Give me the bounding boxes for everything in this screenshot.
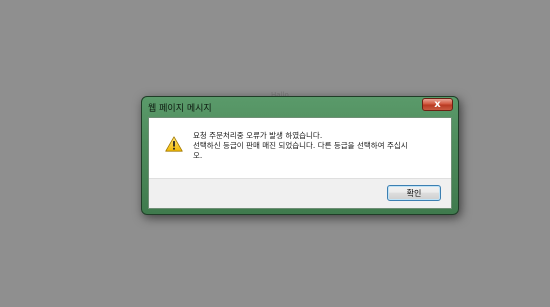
message-line: 요청 주문처리중 오류가 발생 하였습니다.	[193, 131, 323, 140]
ok-button[interactable]: 확인	[387, 185, 441, 201]
dialog-client-area: 요청 주문처리중 오류가 발생 하였습니다. 선택하신 등급이 판매 매진 되었…	[148, 117, 452, 209]
close-button[interactable]: x	[422, 98, 453, 111]
dialog-footer: 확인	[149, 178, 451, 208]
message-line: 오.	[193, 151, 203, 160]
message-line: 선택하신 등급이 판매 매진 되었습니다. 다른 등급을 선택하여 주십시	[193, 141, 408, 150]
message-dialog: 웹 페이지 메시지 x 요청 주문처리중 오류가 발생 하였습니다. 선택하신 …	[141, 96, 459, 215]
dialog-titlebar[interactable]: 웹 페이지 메시지 x	[142, 97, 458, 117]
warning-icon	[165, 136, 183, 152]
close-icon: x	[434, 98, 441, 110]
dialog-message: 요청 주문처리중 오류가 발생 하였습니다. 선택하신 등급이 판매 매진 되었…	[193, 131, 441, 161]
dialog-content: 요청 주문처리중 오류가 발생 하였습니다. 선택하신 등급이 판매 매진 되었…	[149, 118, 451, 178]
dialog-title: 웹 페이지 메시지	[148, 104, 212, 114]
